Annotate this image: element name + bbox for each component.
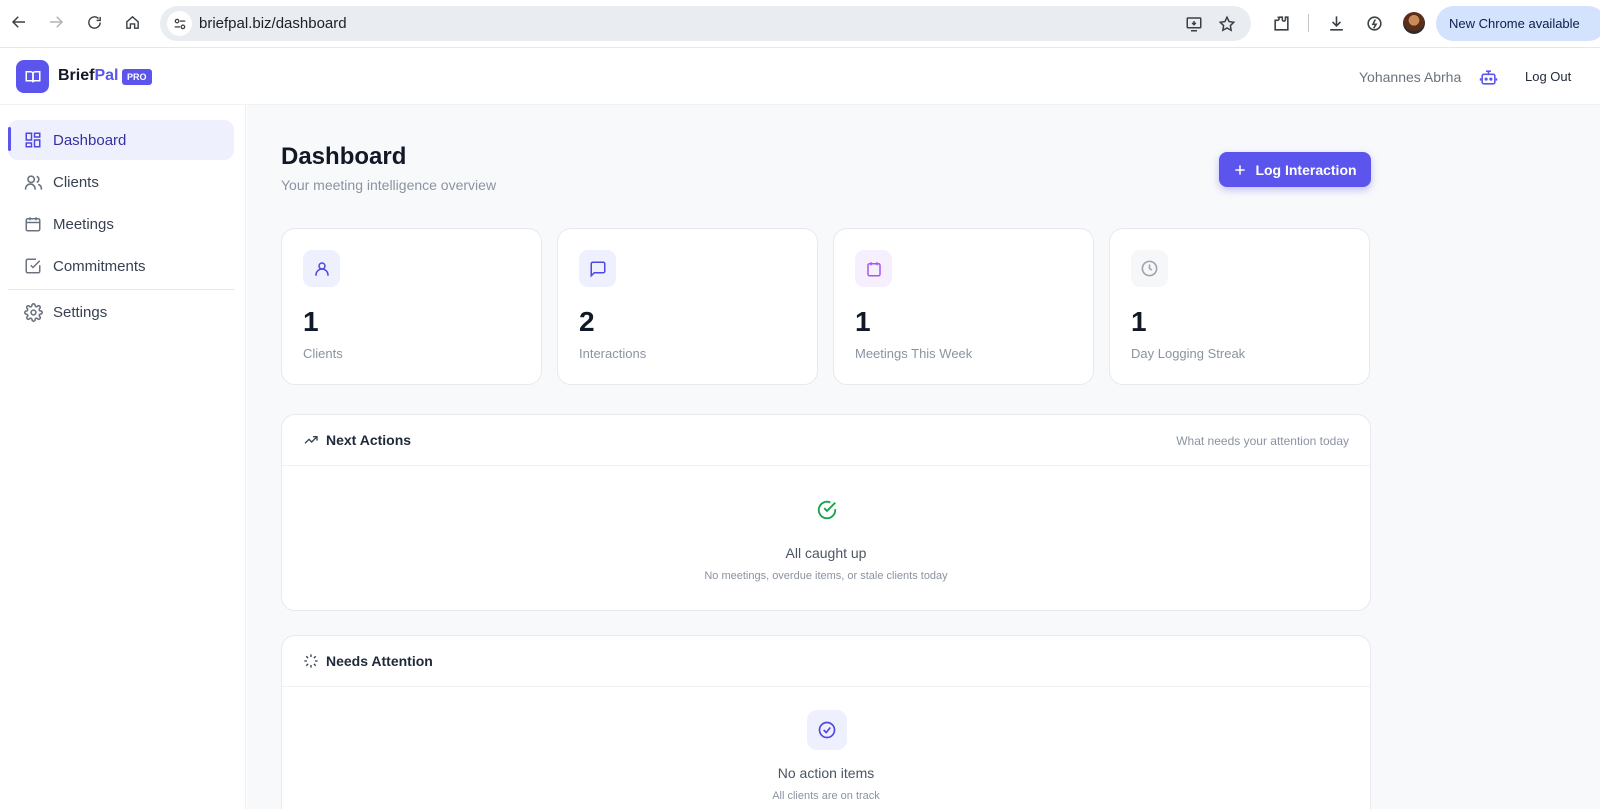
app-header: BriefPal PRO Yohannes Abrha Log Out — [0, 48, 1600, 105]
gear-icon — [23, 302, 43, 322]
empty-state-title: No action items — [777, 765, 875, 781]
stat-card-interactions[interactable]: 2 Interactions — [557, 228, 818, 385]
sidebar-item-meetings[interactable]: Meetings — [8, 204, 234, 244]
active-indicator — [8, 127, 11, 151]
brand-part-1: Brief — [58, 67, 95, 84]
stat-card-streak[interactable]: 1 Day Logging Streak — [1109, 228, 1370, 385]
clock-icon — [1131, 250, 1168, 287]
sidebar-item-commitments[interactable]: Commitments — [8, 246, 234, 286]
logout-button[interactable]: Log Out — [1525, 69, 1571, 84]
loader-icon — [304, 654, 318, 668]
bot-icon[interactable] — [1479, 68, 1498, 87]
address-bar[interactable]: briefpal.biz/dashboard — [160, 6, 1251, 41]
stat-value: 1 — [1131, 306, 1147, 337]
log-interaction-label: Log Interaction — [1255, 161, 1357, 178]
stat-label: Clients — [303, 346, 343, 361]
page-title: Dashboard — [281, 143, 407, 170]
stat-label: Day Logging Streak — [1131, 346, 1246, 361]
trending-up-icon — [304, 436, 318, 444]
profile-avatar[interactable] — [1403, 12, 1425, 34]
book-logo-icon[interactable] — [16, 60, 49, 93]
sidebar-item-dashboard[interactable]: Dashboard — [8, 120, 234, 160]
sidebar-item-clients[interactable]: Clients — [8, 162, 234, 202]
calendar-icon — [23, 214, 43, 234]
panel-header: Next Actions What needs your attention t… — [282, 415, 1370, 466]
needs-attention-panel: Needs Attention No action items All clie… — [281, 635, 1371, 809]
toolbar-divider — [1308, 14, 1309, 32]
stat-value: 1 — [855, 306, 871, 337]
back-icon[interactable] — [6, 9, 32, 35]
stat-value: 1 — [303, 306, 319, 337]
browser-toolbar: briefpal.biz/dashboard New Chrome availa… — [0, 0, 1600, 48]
sidebar-item-label: Settings — [53, 303, 108, 321]
check-square-icon — [23, 256, 43, 276]
panel-title: Needs Attention — [326, 653, 433, 669]
sidebar-item-label: Dashboard — [53, 131, 127, 149]
chat-icon — [579, 250, 616, 287]
sidebar-divider — [8, 289, 234, 290]
brand-name[interactable]: BriefPal — [58, 67, 118, 85]
home-icon[interactable] — [119, 9, 145, 35]
stat-card-clients[interactable]: 1 Clients — [281, 228, 542, 385]
empty-state-subtitle: No meetings, overdue items, or stale cli… — [704, 570, 948, 582]
main-content: Dashboard Your meeting intelligence over… — [247, 105, 1600, 809]
stat-card-meetings[interactable]: 1 Meetings This Week — [833, 228, 1094, 385]
empty-state-subtitle: All clients are on track — [772, 790, 880, 802]
stat-value: 2 — [579, 306, 595, 337]
performance-icon[interactable] — [1363, 12, 1385, 34]
sidebar-item-label: Meetings — [53, 215, 114, 233]
next-actions-panel: Next Actions What needs your attention t… — [281, 414, 1371, 611]
page-subtitle: Your meeting intelligence overview — [281, 177, 497, 193]
sidebar-item-label: Commitments — [53, 257, 146, 275]
plus-icon — [1235, 164, 1246, 175]
user-icon — [303, 250, 340, 287]
extensions-icon[interactable] — [1270, 12, 1292, 34]
new-chrome-button[interactable]: New Chrome available — [1436, 6, 1600, 41]
calendar-icon — [855, 250, 892, 287]
bookmark-star-icon[interactable] — [1217, 14, 1237, 34]
check-circle-icon — [807, 710, 847, 750]
downloads-icon[interactable] — [1325, 12, 1347, 34]
forward-icon[interactable] — [43, 9, 69, 35]
site-info-icon[interactable] — [167, 11, 192, 36]
reload-icon[interactable] — [81, 9, 107, 35]
stat-label: Interactions — [579, 346, 647, 361]
empty-state-title: All caught up — [785, 545, 867, 561]
check-circle-icon — [807, 490, 847, 530]
panel-title: Next Actions — [326, 432, 412, 448]
users-icon — [23, 172, 43, 192]
panel-subtitle: What needs your attention today — [1176, 434, 1349, 448]
user-name: Yohannes Abrha — [1359, 69, 1462, 85]
sidebar-item-settings[interactable]: Settings — [8, 292, 234, 332]
install-app-icon[interactable] — [1184, 14, 1204, 34]
grid-icon — [23, 130, 43, 150]
log-interaction-button[interactable]: Log Interaction — [1219, 152, 1371, 187]
url-text[interactable]: briefpal.biz/dashboard — [199, 15, 347, 32]
pro-badge: PRO — [122, 69, 152, 85]
panel-header: Needs Attention — [282, 636, 1370, 687]
stat-label: Meetings This Week — [855, 346, 973, 361]
brand-part-2: Pal — [94, 67, 119, 84]
sidebar-item-label: Clients — [53, 173, 99, 191]
